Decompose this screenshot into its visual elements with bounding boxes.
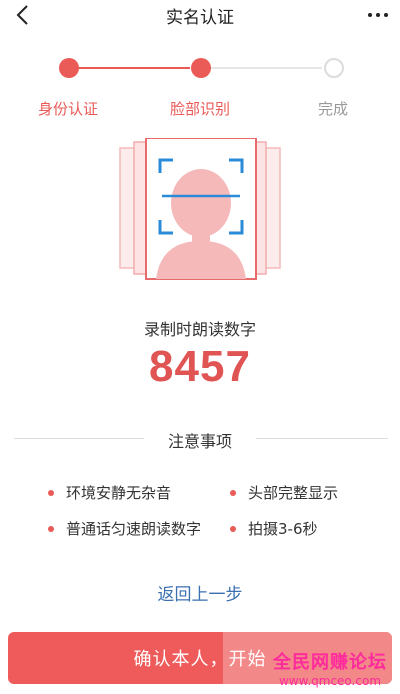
note-item: 拍摄3-6秒	[230, 518, 318, 539]
watermark-text: 全民网赚论坛	[273, 652, 387, 673]
note-text: 普通话匀速朗读数字	[66, 520, 202, 538]
step-dot-2	[191, 58, 211, 78]
bullet-icon	[230, 525, 236, 532]
watermark-url: www.qmceo.com	[278, 674, 382, 688]
record-prompt: 录制时朗读数字	[143, 320, 256, 339]
watermark: 全民网赚论坛 www.qmceo.com	[262, 648, 398, 692]
note-item: 环境安静无杂音	[48, 482, 171, 503]
nav-bar: 实名认证	[0, 0, 400, 30]
step-line-1	[78, 67, 190, 69]
bullet-icon	[48, 489, 54, 496]
bullet-icon	[48, 525, 54, 532]
step-dot-3	[324, 58, 344, 78]
more-horizontal-icon	[368, 13, 372, 17]
confirm-button-label: 确认本人，开始	[133, 649, 267, 670]
face-scan-illustration	[110, 137, 290, 283]
page-title: 实名认证	[166, 7, 234, 28]
note-text: 环境安静无杂音	[66, 484, 172, 502]
back-step-link[interactable]: 返回上一步	[0, 580, 400, 605]
face-scan-icon	[119, 137, 281, 280]
step-dot-1	[59, 58, 79, 78]
more-button[interactable]	[368, 7, 388, 23]
bullet-icon	[230, 489, 236, 496]
step-label-identity: 身份认证	[38, 100, 99, 118]
notes-title: 注意事项	[167, 432, 232, 451]
chevron-left-icon	[16, 5, 28, 25]
read-number: 8457	[149, 342, 251, 391]
step-line-2	[210, 67, 322, 69]
note-item: 头部完整显示	[230, 482, 338, 503]
notes-header: 注意事项	[0, 428, 400, 451]
note-item: 普通话匀速朗读数字	[48, 518, 201, 539]
step-label-face: 脸部识别	[170, 100, 231, 118]
progress-stepper: 身份认证 脸部识别 完成	[0, 55, 400, 120]
step-label-done: 完成	[318, 100, 349, 118]
note-text: 拍摄3-6秒	[248, 520, 318, 538]
divider-right	[256, 438, 388, 439]
note-text: 头部完整显示	[248, 484, 339, 502]
back-button[interactable]	[10, 3, 34, 27]
